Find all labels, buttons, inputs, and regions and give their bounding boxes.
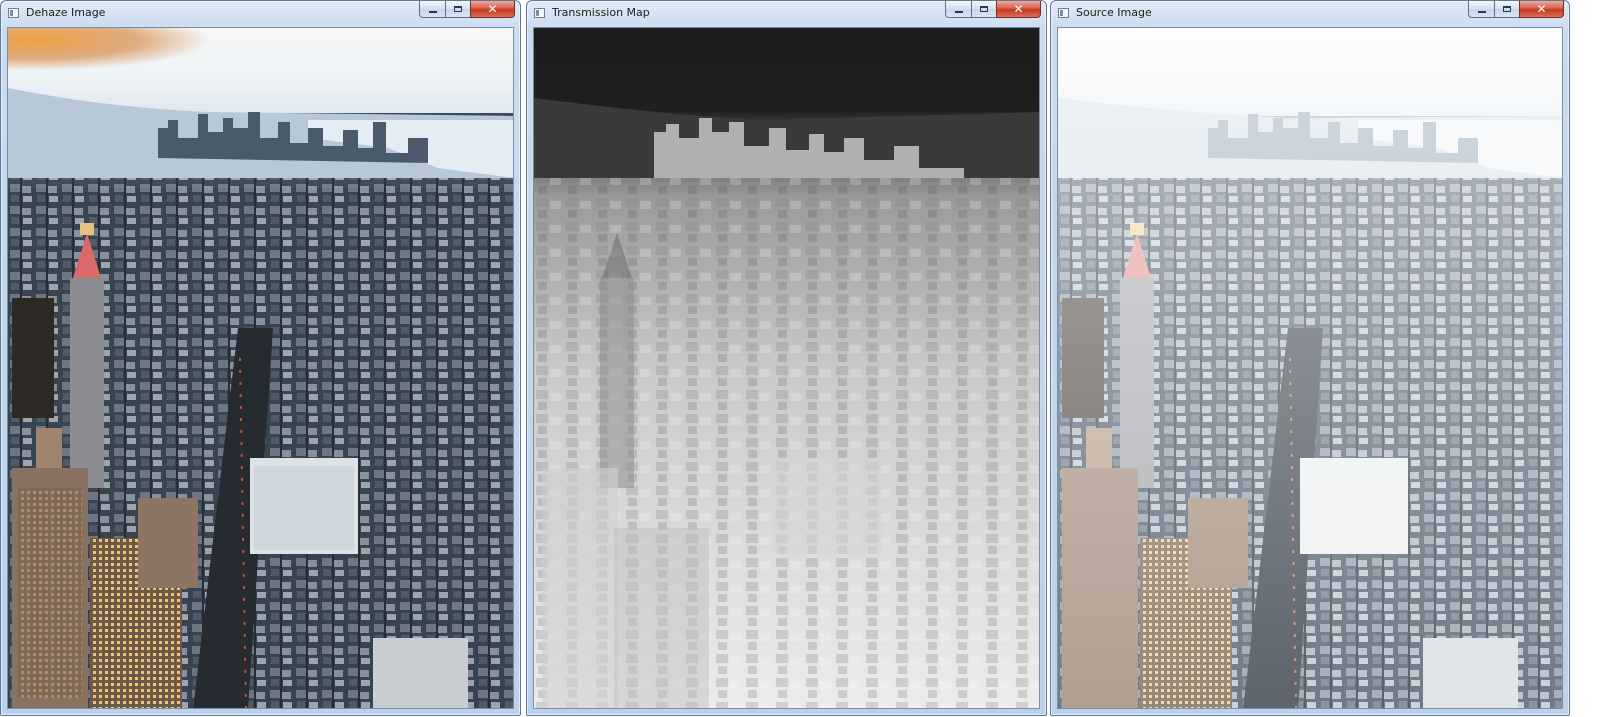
maximize-button[interactable] xyxy=(971,1,996,18)
minimize-button[interactable] xyxy=(419,1,445,18)
minimize-button[interactable] xyxy=(945,1,971,18)
maximize-icon xyxy=(454,6,462,12)
close-button[interactable]: ✕ xyxy=(1519,1,1564,18)
close-button[interactable]: ✕ xyxy=(470,1,515,18)
source-window-title: Source Image xyxy=(1076,6,1152,19)
close-icon: ✕ xyxy=(1013,2,1024,16)
minimize-icon xyxy=(954,11,963,13)
minimize-icon xyxy=(428,11,437,13)
window-app-icon[interactable] xyxy=(8,8,19,18)
source-titlebar[interactable]: Source Image ✕ xyxy=(1051,1,1569,25)
minimize-icon xyxy=(1477,11,1486,13)
maximize-icon xyxy=(980,6,988,12)
source-image xyxy=(1058,28,1562,708)
minimize-button[interactable] xyxy=(1468,1,1494,18)
window-app-icon[interactable] xyxy=(534,8,545,18)
source-image-canvas xyxy=(1057,27,1563,709)
close-icon: ✕ xyxy=(1536,2,1547,16)
transmission-titlebar[interactable]: Transmission Map ✕ xyxy=(527,1,1046,25)
dehaze-window[interactable]: Dehaze Image ✕ xyxy=(0,0,521,716)
close-icon: ✕ xyxy=(487,2,498,16)
transmission-map-image xyxy=(534,28,1039,708)
maximize-icon xyxy=(1503,6,1511,12)
maximize-button[interactable] xyxy=(1494,1,1519,18)
window-app-icon[interactable] xyxy=(1058,8,1069,18)
source-window[interactable]: Source Image ✕ xyxy=(1050,0,1570,716)
dehaze-window-title: Dehaze Image xyxy=(26,6,106,19)
transmission-window-title: Transmission Map xyxy=(552,6,650,19)
dehaze-titlebar[interactable]: Dehaze Image ✕ xyxy=(1,1,520,25)
transmission-window[interactable]: Transmission Map ✕ xyxy=(526,0,1047,716)
maximize-button[interactable] xyxy=(445,1,470,18)
transmission-map-canvas xyxy=(533,27,1040,709)
dehaze-image xyxy=(8,28,513,708)
close-button[interactable]: ✕ xyxy=(996,1,1041,18)
dehaze-image-canvas xyxy=(7,27,514,709)
